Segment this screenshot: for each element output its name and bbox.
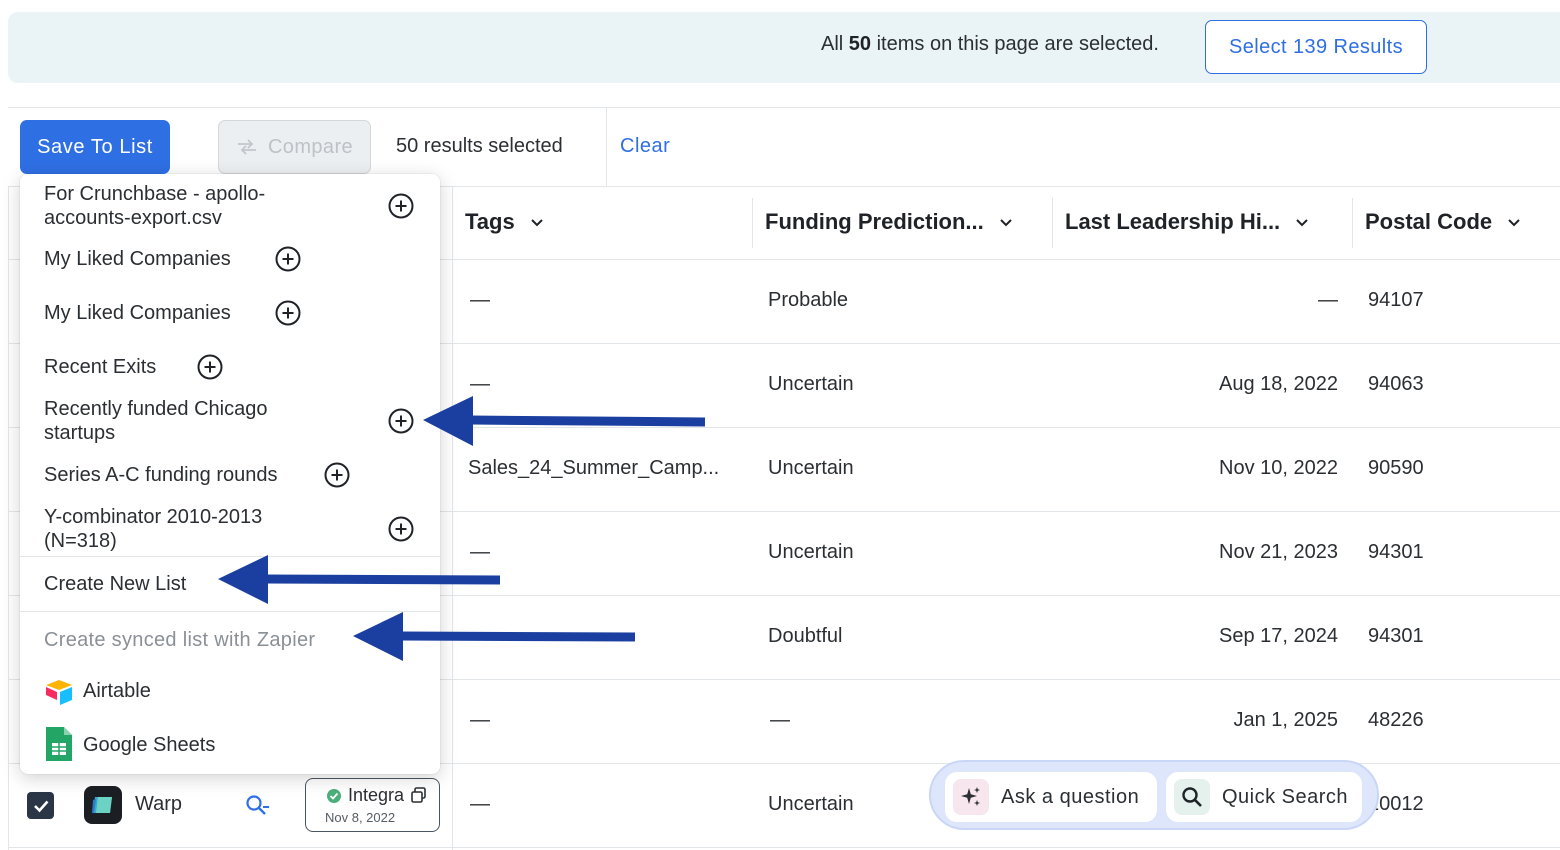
airtable-icon xyxy=(46,680,72,705)
quick-search-label: Quick Search xyxy=(1222,785,1349,808)
add-circle-icon[interactable] xyxy=(274,245,302,273)
menu-item-list[interactable]: Y-combinator 2010-2013 (N=318) xyxy=(44,505,262,553)
add-circle-icon[interactable] xyxy=(323,461,351,489)
save-to-list-menu: For Crunchbase - apollo-accounts-export.… xyxy=(20,174,440,774)
chevron-down-icon xyxy=(531,219,543,227)
add-circle-icon[interactable] xyxy=(387,515,415,543)
quick-search-button[interactable]: Quick Search xyxy=(1166,772,1362,822)
menu-divider xyxy=(20,556,440,557)
google-sheets-icon xyxy=(46,727,72,761)
row-checkbox[interactable] xyxy=(27,792,54,819)
toolbar-vertical-divider xyxy=(606,108,607,186)
column-separator xyxy=(1352,198,1353,248)
cell-last-leadership-hire: Nov 21, 2023 xyxy=(1219,541,1338,563)
airtable-item[interactable]: Airtable xyxy=(83,679,151,703)
chevron-down-icon xyxy=(1296,219,1308,227)
menu-divider xyxy=(20,611,440,612)
integration-status: Integra xyxy=(326,785,404,806)
column-header-last-leadership-hire[interactable]: Last Leadership Hi... xyxy=(1065,209,1310,235)
compare-button[interactable]: Compare xyxy=(218,120,371,174)
cell-last-leadership-hire: Nov 10, 2022 xyxy=(1219,457,1338,479)
cell-postal-code: 94301 xyxy=(1368,625,1424,647)
ask-question-label: Ask a question xyxy=(1001,785,1140,808)
cell-postal-code: 94107 xyxy=(1368,289,1424,311)
selected-count: 50 xyxy=(848,33,872,55)
company-name[interactable]: Warp xyxy=(135,793,182,816)
sparkles-icon xyxy=(953,779,989,815)
integration-date: Nov 8, 2022 xyxy=(325,810,396,825)
cell-funding-prediction: Probable xyxy=(768,289,849,311)
add-circle-icon[interactable] xyxy=(196,353,224,381)
search-icon xyxy=(1174,779,1210,815)
checkmark-icon xyxy=(33,800,48,812)
cell-last-leadership-hire: Jan 1, 2025 xyxy=(1233,709,1338,731)
cell-tags: — xyxy=(470,289,490,311)
table-left-border xyxy=(8,187,9,850)
cell-funding-prediction: Uncertain xyxy=(768,373,854,395)
frozen-column-divider xyxy=(452,187,453,850)
cell-last-leadership-hire: — xyxy=(1318,289,1338,311)
toolbar-divider-line xyxy=(8,107,1560,108)
cell-postal-code: 94301 xyxy=(1368,541,1424,563)
menu-item-list[interactable]: For Crunchbase - apollo-accounts-export.… xyxy=(44,182,265,230)
menu-item-list[interactable]: Series A-C funding rounds xyxy=(44,463,277,487)
add-circle-icon[interactable] xyxy=(387,407,415,435)
company-logo xyxy=(84,786,122,824)
column-header-tags[interactable]: Tags xyxy=(465,209,545,235)
cell-funding-prediction: Uncertain xyxy=(768,793,854,815)
cell-funding-prediction: — xyxy=(770,709,790,731)
people-search-icon[interactable] xyxy=(243,792,271,820)
chevron-down-icon xyxy=(1508,219,1520,227)
add-circle-icon[interactable] xyxy=(387,192,415,220)
create-new-list-item[interactable]: Create New List xyxy=(44,572,186,596)
row-divider xyxy=(8,847,1560,848)
menu-item-list[interactable]: Recently funded Chicago startups xyxy=(44,397,267,445)
cell-postal-code: 48226 xyxy=(1368,709,1424,731)
menu-item-list[interactable]: Recent Exits xyxy=(44,355,156,379)
cell-tags: — xyxy=(470,709,490,731)
cell-funding-prediction: Uncertain xyxy=(768,541,854,563)
chevron-down-icon xyxy=(1000,219,1012,227)
cell-funding-prediction: Doubtful xyxy=(768,625,843,647)
copy-icon[interactable] xyxy=(410,786,428,804)
integration-status-chip[interactable]: Integra Nov 8, 2022 xyxy=(305,778,440,832)
google-sheets-item[interactable]: Google Sheets xyxy=(83,733,215,757)
cell-last-leadership-hire: Aug 18, 2022 xyxy=(1219,373,1338,395)
selection-banner-text: All 50 items on this page are selected. xyxy=(821,33,1159,55)
zapier-sync-header: Create synced list with Zapier xyxy=(44,629,316,651)
column-separator xyxy=(752,198,753,248)
save-to-list-button[interactable]: Save To List xyxy=(20,120,170,174)
menu-item-list[interactable]: My Liked Companies xyxy=(44,301,231,325)
cell-postal-code: 90590 xyxy=(1368,457,1424,479)
results-selected-text: 50 results selected xyxy=(396,135,563,157)
column-header-postal-code[interactable]: Postal Code xyxy=(1365,209,1522,235)
assistant-bar: Ask a question Quick Search xyxy=(929,760,1379,830)
integration-label: Integra xyxy=(348,785,405,805)
cell-last-leadership-hire: Sep 17, 2024 xyxy=(1219,625,1338,647)
compare-arrows-icon xyxy=(237,139,256,155)
clear-selection-link[interactable]: Clear xyxy=(620,135,670,158)
cell-funding-prediction: Uncertain xyxy=(768,457,854,479)
cell-tags[interactable]: Sales_24_Summer_Camp... xyxy=(468,457,719,480)
select-all-results-button[interactable]: Select 139 Results xyxy=(1205,20,1427,74)
menu-item-list[interactable]: My Liked Companies xyxy=(44,247,231,271)
cell-tags: — xyxy=(470,793,490,815)
check-circle-icon xyxy=(327,788,341,803)
ask-question-button[interactable]: Ask a question xyxy=(945,772,1157,822)
compare-label: Compare xyxy=(267,135,354,158)
column-separator xyxy=(1052,198,1053,248)
column-header-funding-prediction[interactable]: Funding Prediction... xyxy=(765,209,1014,235)
cell-tags: — xyxy=(470,541,490,563)
cell-postal-code: 94063 xyxy=(1368,373,1424,395)
warp-logo-icon xyxy=(92,797,112,813)
cell-tags: — xyxy=(470,373,490,395)
add-circle-icon[interactable] xyxy=(274,299,302,327)
